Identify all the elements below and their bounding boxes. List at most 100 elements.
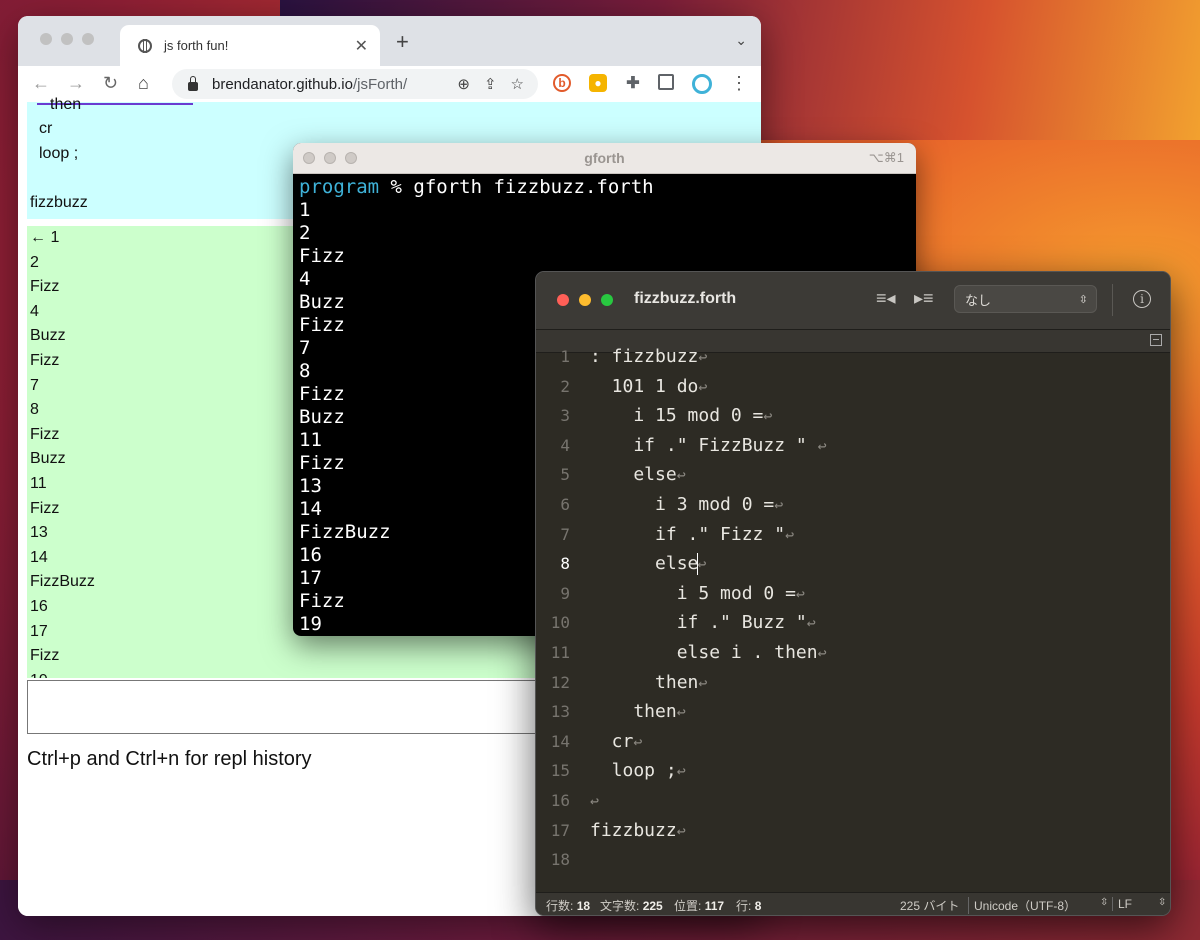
editor-line: 7 if ." Fizz "↩	[536, 520, 794, 550]
editor-line: 10 if ." Buzz "↩	[536, 608, 816, 638]
info-icon[interactable]: i	[1133, 290, 1151, 308]
line-number: 5	[560, 465, 570, 485]
browser-tab-bar: js forth fun! ✕ + ⌄	[18, 16, 761, 66]
byte-count: 225 バイト	[900, 899, 960, 913]
return-icon: ↩	[697, 555, 707, 574]
editor-line: 15 loop ;↩	[536, 756, 686, 786]
line-ending-select[interactable]: LF	[1112, 897, 1132, 911]
line-number: 13	[550, 702, 570, 722]
code-text: then	[590, 701, 677, 723]
browser-window-controls	[40, 33, 94, 45]
code-text: else i . then	[590, 642, 818, 663]
editor-line: 13 then↩	[536, 697, 686, 727]
tab-title: js forth fun!	[164, 38, 229, 53]
line-number: 16	[550, 791, 570, 810]
toolbar-divider	[1112, 284, 1113, 316]
shift-right-icon[interactable]: ▸≡	[914, 288, 934, 309]
code-text: : fizzbuzz	[590, 346, 699, 367]
code-text: i 5 mod 0 =	[590, 582, 796, 604]
code-text: loop ;	[590, 760, 677, 782]
code-text: i 15 mod 0 =	[590, 405, 764, 427]
bookmark-star-icon[interactable]: ☆	[511, 75, 524, 93]
close-button[interactable]	[557, 294, 569, 306]
code-line: then	[50, 96, 82, 113]
return-icon: ↩	[698, 348, 708, 366]
split-view-icon[interactable]	[1150, 334, 1162, 346]
more-menu-icon[interactable]: ⋮	[730, 73, 748, 94]
code-editor[interactable]: 1: fizzbuzz↩ 2 101 1 do↩ 3 i 15 mod 0 =↩ 4 …	[536, 346, 1170, 892]
editor-line: 2 101 1 do↩	[536, 372, 707, 402]
code-text: 101 1 do	[590, 375, 699, 397]
line-number: 7	[560, 524, 570, 544]
cursor-row: 行: 8	[736, 899, 762, 913]
line-number: 12	[550, 672, 570, 692]
editor-line: 1 : fizzbuzz↩	[536, 342, 707, 372]
terminal-line: Fizz	[299, 245, 345, 267]
zoom-button[interactable]	[82, 33, 94, 45]
chevron-down-icon[interactable]: ⌄	[735, 32, 747, 49]
return-icon: ↩	[806, 614, 816, 633]
url-text: brendanator.github.io/jsForth/	[212, 75, 408, 93]
line-number: 1	[560, 347, 570, 366]
reload-icon[interactable]: ↻	[103, 73, 118, 94]
browser-tab[interactable]: js forth fun! ✕	[120, 25, 380, 66]
sidebar-icon[interactable]	[658, 74, 674, 90]
editor-window-controls	[557, 294, 613, 306]
terminal-shortcut: ⌥⌘1	[868, 150, 904, 165]
return-icon: ↩	[676, 762, 686, 781]
line-number: 10	[550, 613, 570, 633]
zoom-icon[interactable]: ⊕	[457, 75, 470, 93]
encoding-select[interactable]: Unicode（UTF-8）	[968, 897, 1076, 914]
new-tab-icon[interactable]: +	[396, 29, 409, 55]
forward-icon[interactable]: →	[67, 73, 85, 94]
line-count: 行数: 18	[546, 899, 591, 913]
minimize-button[interactable]	[579, 294, 591, 306]
syntax-select[interactable]: なし ⇳	[954, 285, 1097, 313]
back-icon[interactable]: ←	[32, 73, 50, 94]
line-number: 8	[560, 554, 570, 574]
browser-toolbar: ← → ↻ ⌂ brendanator.github.io/jsForth/ ⊕…	[18, 66, 761, 103]
line-number: 11	[550, 643, 570, 662]
editor-line: 3 i 15 mod 0 =↩	[536, 401, 772, 431]
repl-hint: Ctrl+p and Ctrl+n for repl history	[27, 748, 312, 770]
home-icon[interactable]: ⌂	[138, 73, 149, 94]
terminal-prompt: program % gforth fizzbuzz.forth	[299, 176, 654, 198]
editor-line: 11 else i . then↩	[536, 638, 827, 668]
return-icon: ↩	[774, 496, 784, 514]
minimize-button[interactable]	[61, 33, 73, 45]
profile-icon[interactable]	[692, 74, 712, 94]
code-text: else	[590, 464, 677, 486]
line-number: 2	[560, 376, 570, 396]
share-icon[interactable]: ⇪	[484, 75, 497, 93]
editor-window: fizzbuzz.forth ≡◂ ▸≡ なし ⇳ i 1: fizzbuzz↩…	[535, 271, 1171, 916]
char-count: 文字数: 225	[600, 899, 663, 913]
return-icon: ↩	[817, 644, 827, 662]
chevron-updown-icon: ⇳	[1158, 897, 1167, 908]
return-icon: ↩	[698, 377, 708, 396]
code-text: fizzbuzz	[590, 819, 677, 841]
line-number: 17	[550, 820, 570, 840]
code-text: cr	[590, 730, 634, 752]
return-icon: ↩	[590, 792, 600, 810]
code-line: loop ;	[39, 145, 79, 162]
editor-line: 16 ↩	[536, 786, 599, 816]
return-icon: ↩	[763, 407, 773, 426]
code-line: fizzbuzz	[30, 194, 88, 211]
line-number: 18	[550, 850, 570, 870]
zoom-button[interactable]	[601, 294, 613, 306]
close-button[interactable]	[40, 33, 52, 45]
code-text: if ." Buzz "	[590, 612, 807, 634]
address-bar[interactable]: brendanator.github.io/jsForth/ ⊕ ⇪ ☆	[172, 69, 538, 99]
puzzle-icon[interactable]: ✚	[624, 74, 642, 92]
code-text: else	[590, 553, 699, 575]
editor-line: 12 then↩	[536, 668, 708, 698]
extension-note-icon[interactable]: ●	[589, 74, 607, 92]
line-number: 14	[550, 731, 570, 751]
chevron-updown-icon: ⇳	[1078, 293, 1088, 306]
editor-line: 4 if ." FizzBuzz " ↩	[536, 431, 826, 461]
tab-close-icon[interactable]: ✕	[355, 36, 368, 56]
terminal-line: 2	[299, 222, 311, 244]
shift-left-icon[interactable]: ≡◂	[876, 288, 896, 309]
terminal-title-bar: gforth ⌥⌘1	[293, 143, 916, 174]
extension-b-icon[interactable]: b	[553, 74, 571, 92]
